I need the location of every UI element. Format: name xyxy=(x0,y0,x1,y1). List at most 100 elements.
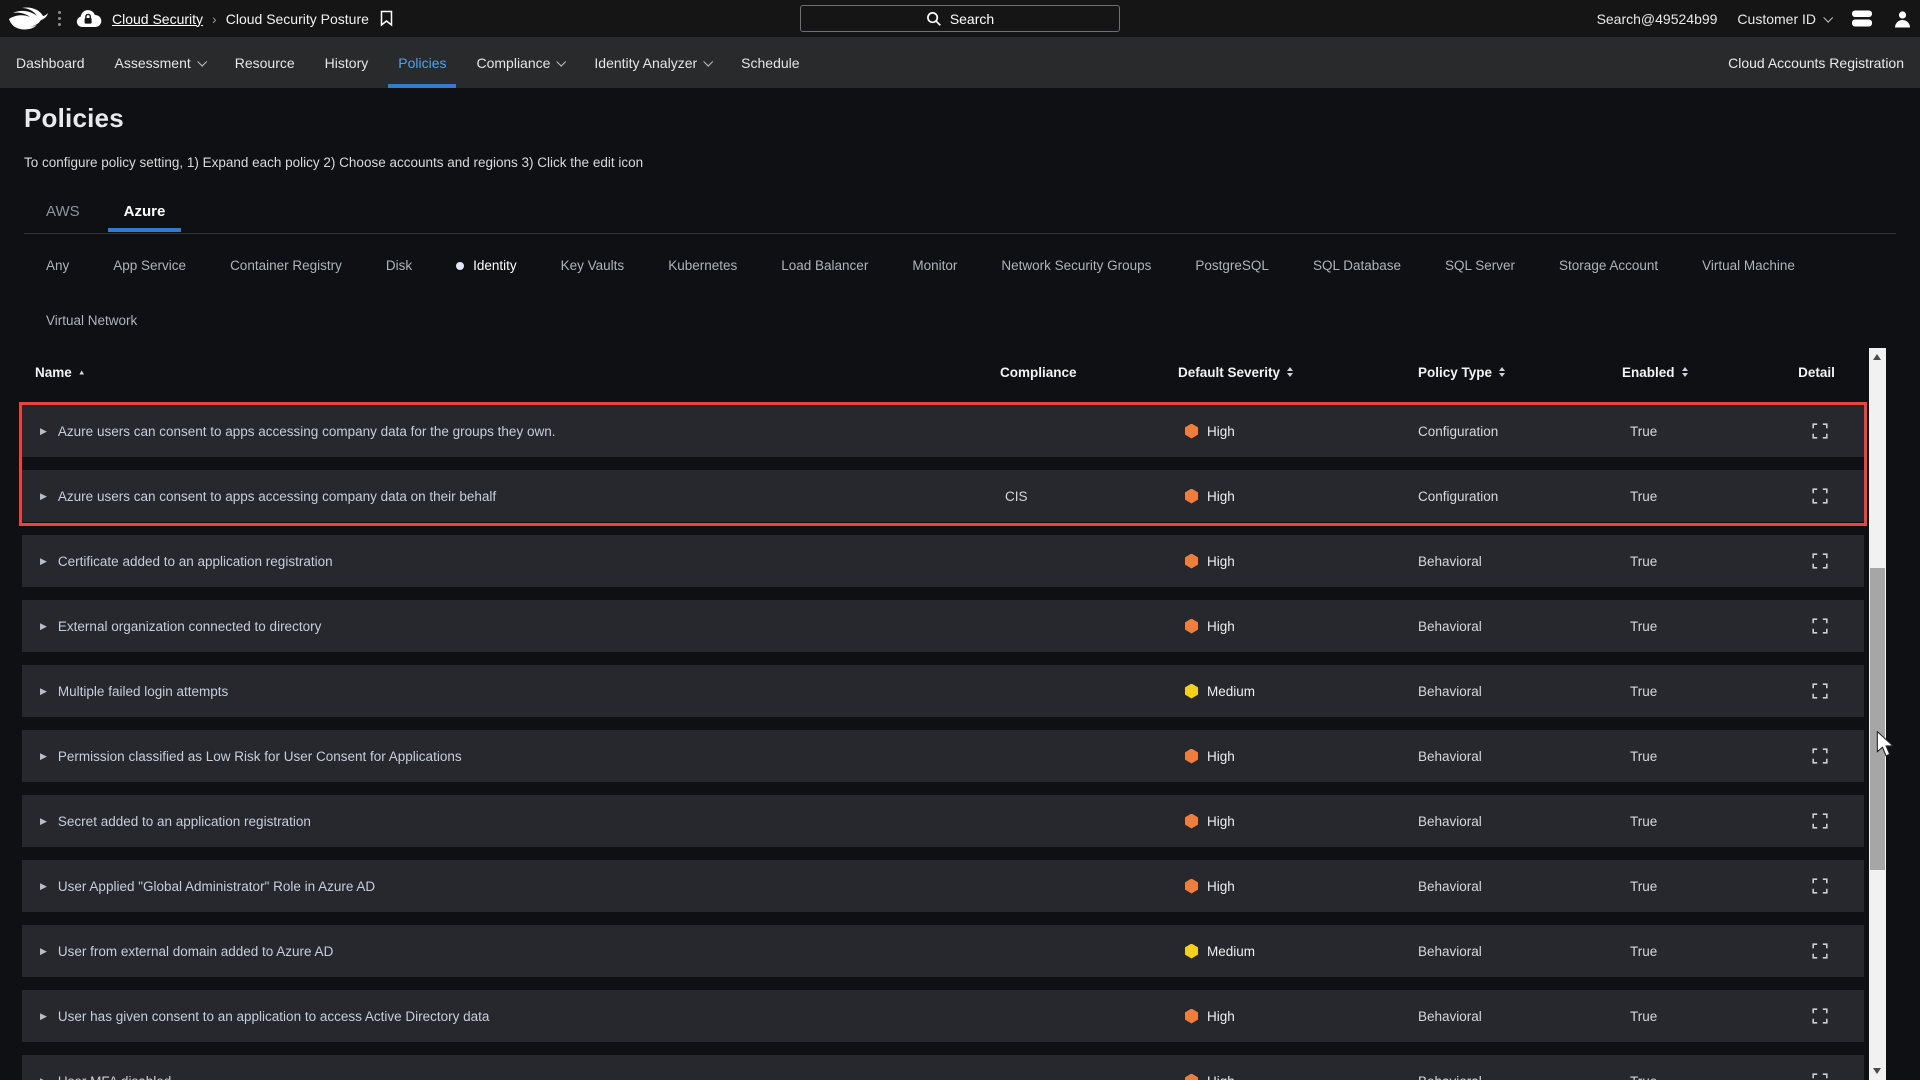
tab-azure[interactable]: Azure xyxy=(107,203,181,232)
policy-type-value: Configuration xyxy=(1418,423,1499,439)
filter-chip-app-service[interactable]: App Service xyxy=(113,258,186,273)
expand-corners-icon[interactable] xyxy=(1811,488,1828,504)
policy-row[interactable]: ▶ Permission classified as Low Risk for … xyxy=(22,730,1864,782)
policy-row[interactable]: ▶ User has given consent to an applicati… xyxy=(22,990,1864,1042)
policy-row[interactable]: ▶ User MFA disabled High Behavioral True xyxy=(22,1055,1864,1080)
column-header-name[interactable]: Name ▲ xyxy=(22,365,990,380)
column-header-compliance[interactable]: Compliance xyxy=(990,365,1170,380)
selected-dot-icon xyxy=(456,261,465,270)
nav-item-policies[interactable]: Policies xyxy=(388,37,457,88)
expand-corners-icon[interactable] xyxy=(1811,553,1828,569)
main-nav: Dashboard Assessment Resource History Polici… xyxy=(0,37,1920,88)
expand-corners-icon[interactable] xyxy=(1811,943,1828,959)
nav-item-history[interactable]: History xyxy=(325,37,369,88)
filter-chip-monitor[interactable]: Monitor xyxy=(912,258,957,273)
expand-corners-icon[interactable] xyxy=(1811,813,1828,829)
breadcrumb-section-link[interactable]: Cloud Security xyxy=(112,11,203,27)
policy-row[interactable]: ▶ Azure users can consent to apps access… xyxy=(22,470,1864,522)
scroll-up-arrow-icon[interactable] xyxy=(1873,354,1881,360)
scrollbar-thumb[interactable] xyxy=(1870,568,1885,870)
enabled-value: True xyxy=(1630,943,1658,959)
policy-type-value: Behavioral xyxy=(1418,813,1482,829)
caret-right-icon[interactable]: ▶ xyxy=(40,556,47,567)
caret-right-icon[interactable]: ▶ xyxy=(40,816,47,827)
user-icon[interactable] xyxy=(1893,10,1912,28)
expand-corners-icon[interactable] xyxy=(1811,748,1828,764)
caret-right-icon[interactable]: ▶ xyxy=(40,751,47,762)
breadcrumb: Cloud Security › Cloud Security Posture xyxy=(102,11,369,27)
expand-corners-icon[interactable] xyxy=(1811,423,1828,439)
policy-row[interactable]: ▶ User from external domain added to Azu… xyxy=(22,925,1864,977)
kebab-menu-icon[interactable] xyxy=(58,11,61,26)
severity-hexagon-icon xyxy=(1185,553,1198,569)
scroll-down-arrow-icon[interactable] xyxy=(1873,1068,1881,1074)
filter-chip-disk[interactable]: Disk xyxy=(386,258,412,273)
caret-right-icon[interactable]: ▶ xyxy=(40,686,47,697)
filter-chip-virtual-network[interactable]: Virtual Network xyxy=(46,313,137,328)
cloud-accounts-registration-link[interactable]: Cloud Accounts Registration xyxy=(1728,55,1904,71)
policy-name: Certificate added to an application regi… xyxy=(57,553,333,569)
filter-chip-load-balancer[interactable]: Load Balancer xyxy=(781,258,868,273)
nav-items: Dashboard Assessment Resource History Polici… xyxy=(16,37,800,88)
enabled-value: True xyxy=(1630,1008,1658,1024)
severity-label: High xyxy=(1207,813,1235,829)
policy-row[interactable]: ▶ Certificate added to an application re… xyxy=(22,535,1864,587)
vertical-scrollbar[interactable] xyxy=(1869,348,1886,1080)
search-icon xyxy=(926,11,941,26)
expand-corners-icon[interactable] xyxy=(1811,878,1828,894)
nav-item-schedule[interactable]: Schedule xyxy=(741,37,799,88)
enabled-value: True xyxy=(1630,813,1658,829)
filter-chip-identity[interactable]: Identity xyxy=(456,258,517,273)
severity-hexagon-icon xyxy=(1185,943,1198,959)
policy-name: External organization connected to direc… xyxy=(57,618,322,634)
filter-chip-key-vaults[interactable]: Key Vaults xyxy=(561,258,625,273)
crowdstrike-falcon-logo[interactable] xyxy=(8,6,48,32)
filter-chip-container-registry[interactable]: Container Registry xyxy=(230,258,342,273)
breadcrumb-separator: › xyxy=(212,10,217,27)
column-header-policy-type[interactable]: Policy Type xyxy=(1405,365,1610,380)
policy-row[interactable]: ▶ User Applied "Global Administrator" Ro… xyxy=(22,860,1864,912)
compliance-value: CIS xyxy=(1005,488,1028,504)
filter-chip-storage-account[interactable]: Storage Account xyxy=(1559,258,1658,273)
nav-item-identity-analyzer[interactable]: Identity Analyzer xyxy=(594,37,714,88)
customer-id-dropdown[interactable]: Customer ID xyxy=(1737,11,1834,27)
severity-hexagon-icon xyxy=(1185,878,1198,894)
filter-chip-any[interactable]: Any xyxy=(46,258,69,273)
filter-chip-sql-database[interactable]: SQL Database xyxy=(1313,258,1401,273)
bookmark-icon[interactable] xyxy=(380,10,393,27)
filter-chip-sql-server[interactable]: SQL Server xyxy=(1445,258,1515,273)
caret-right-icon[interactable]: ▶ xyxy=(40,946,47,957)
expand-corners-icon[interactable] xyxy=(1811,1008,1828,1024)
caret-right-icon[interactable]: ▶ xyxy=(40,1011,47,1022)
chat-stack-icon[interactable] xyxy=(1851,10,1873,27)
nav-item-compliance[interactable]: Compliance xyxy=(476,37,567,88)
policy-row[interactable]: ▶ Azure users can consent to apps access… xyxy=(22,405,1864,457)
global-search-input[interactable]: Search xyxy=(800,5,1120,32)
filter-chip-kubernetes[interactable]: Kubernetes xyxy=(668,258,737,273)
nav-item-assessment[interactable]: Assessment xyxy=(115,37,207,88)
policy-row[interactable]: ▶ Multiple failed login attempts Medium … xyxy=(22,665,1864,717)
caret-right-icon[interactable]: ▶ xyxy=(40,621,47,632)
expand-corners-icon[interactable] xyxy=(1811,683,1828,699)
policy-name: User from external domain added to Azure… xyxy=(57,943,334,959)
nav-item-resource[interactable]: Resource xyxy=(235,37,295,88)
expand-corners-icon[interactable] xyxy=(1811,1073,1828,1080)
enabled-value: True xyxy=(1630,878,1658,894)
policy-row[interactable]: ▶ External organization connected to dir… xyxy=(22,600,1864,652)
filter-chip-postgresql[interactable]: PostgreSQL xyxy=(1195,258,1269,273)
filter-chip-virtual-machine[interactable]: Virtual Machine xyxy=(1702,258,1795,273)
caret-right-icon[interactable]: ▶ xyxy=(40,426,47,437)
expand-corners-icon[interactable] xyxy=(1811,618,1828,634)
column-header-default-severity[interactable]: Default Severity xyxy=(1170,365,1405,380)
column-header-enabled[interactable]: Enabled xyxy=(1610,365,1775,380)
caret-right-icon[interactable]: ▶ xyxy=(40,881,47,892)
nav-item-dashboard[interactable]: Dashboard xyxy=(16,37,85,88)
severity-label: High xyxy=(1207,748,1235,764)
caret-right-icon[interactable]: ▶ xyxy=(40,491,47,502)
tab-aws[interactable]: AWS xyxy=(46,203,80,220)
severity-hexagon-icon xyxy=(1185,618,1198,634)
policy-row[interactable]: ▶ Secret added to an application registr… xyxy=(22,795,1864,847)
caret-right-icon[interactable]: ▶ xyxy=(40,1076,47,1080)
filter-chip-network-security-groups[interactable]: Network Security Groups xyxy=(1001,258,1151,273)
severity-label: High xyxy=(1207,618,1235,634)
